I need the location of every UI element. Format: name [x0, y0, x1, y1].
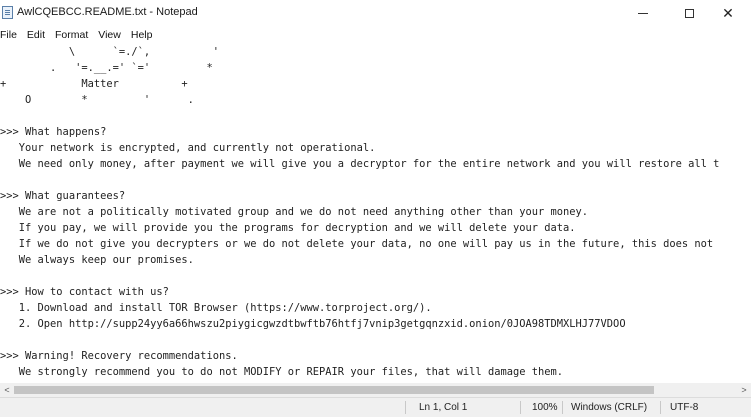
- menu-bar: File Edit Format View Help: [0, 26, 751, 44]
- scroll-right-icon[interactable]: >: [737, 383, 751, 397]
- minimize-button[interactable]: [620, 0, 666, 26]
- text-line: 2. Open http://supp24yy6a66hwszu2piygicg…: [0, 318, 626, 330]
- maximize-icon: [684, 8, 694, 18]
- text-line: \ `=./`, ': [0, 46, 219, 58]
- text-line: >>> What guarantees?: [0, 190, 126, 202]
- text-line: If you pay, we will provide you the prog…: [0, 222, 576, 234]
- text-line: Your network is encrypted, and currently…: [0, 142, 376, 154]
- title-bar: AwlCQEBCC.README.txt - Notepad ✕: [0, 0, 751, 26]
- text-line: >>> How to contact with us?: [0, 286, 169, 298]
- menu-help[interactable]: Help: [126, 26, 158, 44]
- menu-view[interactable]: View: [93, 26, 126, 44]
- text-line: . '=.__.=' `=' *: [0, 62, 213, 74]
- menu-format[interactable]: Format: [50, 26, 93, 44]
- status-bar: Ln 1, Col 1 100% Windows (CRLF) UTF-8: [0, 397, 751, 417]
- menu-edit[interactable]: Edit: [22, 26, 50, 44]
- text-line: If we do not give you decrypters or we d…: [0, 238, 714, 250]
- close-icon: ✕: [722, 4, 734, 21]
- text-line: We strongly recommend you to do not MODI…: [0, 366, 564, 378]
- encoding: UTF-8: [670, 402, 699, 413]
- scroll-thumb[interactable]: [14, 386, 654, 394]
- text-editor-area[interactable]: \ `=./`, ' . '=.__.=' `=' * + Matter + O …: [0, 44, 751, 383]
- text-line: We always keep our promises.: [0, 254, 194, 266]
- minimize-icon: [638, 12, 648, 14]
- text-line: + Matter +: [0, 78, 188, 90]
- text-line: >>> What happens?: [0, 126, 107, 138]
- line-ending: Windows (CRLF): [571, 402, 648, 413]
- horizontal-scrollbar[interactable]: < >: [0, 383, 751, 397]
- status-divider: [562, 401, 563, 414]
- text-line: We are not a politically motivated group…: [0, 206, 589, 218]
- text-line: O * ' .: [0, 94, 194, 106]
- scroll-left-icon[interactable]: <: [0, 383, 14, 397]
- text-line: 1. Download and install TOR Browser (htt…: [0, 302, 432, 314]
- menu-file[interactable]: File: [0, 26, 22, 44]
- window-title: AwlCQEBCC.README.txt - Notepad: [17, 6, 198, 18]
- close-button[interactable]: ✕: [705, 0, 751, 26]
- status-divider: [660, 401, 661, 414]
- cursor-position: Ln 1, Col 1: [419, 402, 468, 413]
- notepad-icon: [2, 6, 13, 19]
- zoom-level: 100%: [532, 402, 558, 413]
- text-line: We need only money, after payment we wil…: [0, 158, 720, 170]
- status-divider: [405, 401, 406, 414]
- status-divider: [520, 401, 521, 414]
- text-line: >>> Warning! Recovery recommendations.: [0, 350, 238, 362]
